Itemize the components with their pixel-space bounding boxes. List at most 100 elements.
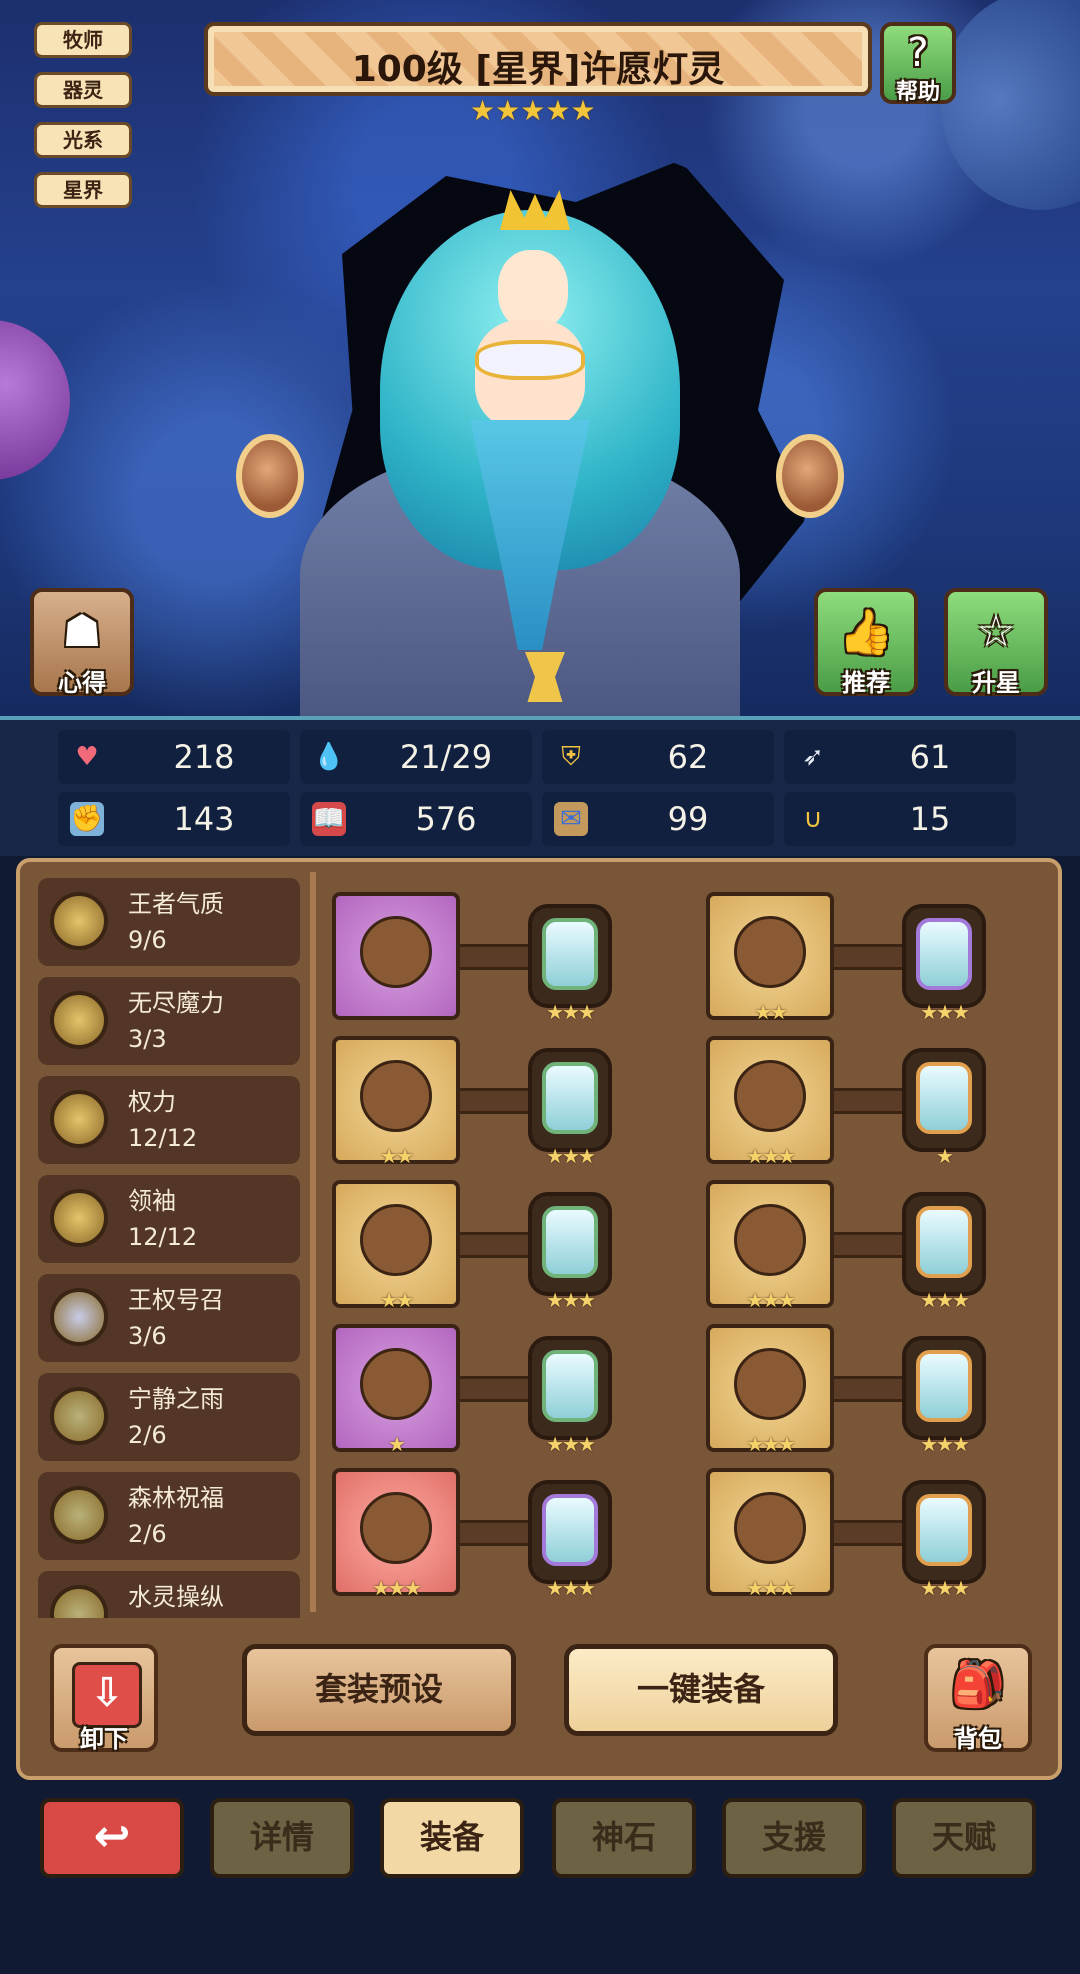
item-star-rating: ★★★: [746, 1144, 796, 1168]
left-rune-orb[interactable]: [236, 434, 304, 518]
rune-gem-slot[interactable]: [902, 1336, 986, 1440]
item-star-rating: ★★★: [372, 1576, 422, 1600]
star-icon: ★: [495, 94, 521, 127]
rune-gem-slot[interactable]: [902, 1480, 986, 1584]
gem-star-rating: ★★★: [920, 1288, 970, 1312]
trait-row[interactable]: 王者气质 9/6: [38, 878, 300, 966]
item-star-rating: ★★: [380, 1144, 414, 1168]
trait-row[interactable]: 无尽魔力 3/3: [38, 977, 300, 1065]
set-preset-button[interactable]: 套装预设: [242, 1644, 516, 1736]
backpack-icon: 🎒: [950, 1659, 1006, 1710]
trait-row[interactable]: 森林祝福 2/6: [38, 1472, 300, 1560]
one-click-equip-button[interactable]: 一键装备: [564, 1644, 838, 1736]
stat-magic: 📖 576: [300, 792, 532, 846]
tab-equipment[interactable]: 装备: [380, 1798, 524, 1878]
recommend-label: 推荐: [842, 669, 890, 697]
slot-link: [830, 1232, 904, 1258]
heart-icon: ♥: [75, 742, 99, 772]
trait-coin-icon: [50, 1585, 108, 1618]
scroll-icon: ✉: [554, 802, 588, 836]
trait-name: 水灵操纵: [128, 1583, 224, 1611]
stats-panel: ♥ 218 💧 21/29 ⛨ 62 ➶ 61 ✊ 143 📖 576 ✉ 99…: [0, 720, 1080, 856]
rune-gem-slot[interactable]: [528, 1192, 612, 1296]
star-rating: ★ ★ ★ ★ ★: [470, 94, 596, 127]
stat-speed: ➶ 61: [784, 730, 1016, 784]
trait-name: 无尽魔力: [128, 989, 224, 1017]
equipment-slot[interactable]: [332, 892, 460, 1020]
trait-coin-icon: [50, 892, 108, 950]
rune-gem-slot[interactable]: [902, 1192, 986, 1296]
spellbook-icon: 📖: [312, 802, 346, 836]
robe-icon: [734, 1060, 806, 1132]
water-drop-icon: 💧: [312, 742, 346, 772]
planet-decoration: [0, 320, 70, 480]
trait-row[interactable]: 领袖 12/12: [38, 1175, 300, 1263]
gloves-icon: [734, 1204, 806, 1276]
trait-count: 3/3: [128, 1025, 167, 1053]
trait-coin-icon: [50, 1486, 108, 1544]
trait-row[interactable]: 权力 12/12: [38, 1076, 300, 1164]
stat-mana: 💧 21/29: [300, 730, 532, 784]
rune-gem-slot[interactable]: [528, 1336, 612, 1440]
crystal-hat-icon: [734, 916, 806, 988]
rune-gem-slot[interactable]: [902, 904, 986, 1008]
stat-value: 62: [667, 738, 709, 776]
item-star-rating: ★★★: [746, 1432, 796, 1456]
unequip-button[interactable]: ⇩ 卸下: [50, 1644, 158, 1753]
shield-icon: ⛨: [561, 742, 581, 772]
rune-gem-icon: [542, 1062, 598, 1134]
rune-gem-slot[interactable]: [902, 1048, 986, 1152]
item-star-rating: ★★★: [746, 1288, 796, 1312]
wing-icon: ➶: [802, 742, 824, 772]
trait-count: 2/6: [128, 1421, 167, 1449]
tab-god-stone[interactable]: 神石: [552, 1798, 696, 1878]
star-icon: ☆: [976, 606, 1016, 657]
backpack-button[interactable]: 🎒 背包: [924, 1644, 1032, 1753]
boots-icon: [734, 1492, 806, 1564]
trait-row[interactable]: 水灵操纵: [38, 1571, 300, 1618]
equipment-panel: 王者气质 9/6 无尽魔力 3/3 权力 12/12 领袖 12/12 王权号召 3/6 宁静之雨 2…: [16, 858, 1062, 1780]
trait-list[interactable]: 王者气质 9/6 无尽魔力 3/3 权力 12/12 领袖 12/12 王权号召 3/6 宁静之雨 2…: [38, 878, 300, 1618]
gem-star-rating: ★★★: [546, 1000, 596, 1024]
right-rune-orb[interactable]: [776, 434, 844, 518]
tab-talent[interactable]: 天赋: [892, 1798, 1036, 1878]
rune-gem-slot[interactable]: [528, 1048, 612, 1152]
trait-row[interactable]: 宁静之雨 2/6: [38, 1373, 300, 1461]
rune-gem-icon: [542, 1350, 598, 1422]
rune-gem-slot[interactable]: [528, 1480, 612, 1584]
stat-hp: ♥ 218: [58, 730, 290, 784]
hero-title-plate: 100级 [星界]许愿灯灵: [204, 22, 872, 96]
rune-gem-slot[interactable]: [528, 904, 612, 1008]
rune-gem-icon: [542, 918, 598, 990]
scepter-icon: [360, 916, 432, 988]
character-portrait[interactable]: [380, 190, 680, 690]
stat-value: 15: [909, 800, 951, 838]
question-icon: ?: [907, 30, 929, 76]
trait-name: 权力: [128, 1088, 176, 1116]
recommend-button[interactable]: 👍 推荐: [814, 588, 918, 697]
unequip-label: 卸下: [80, 1725, 128, 1753]
trait-coin-icon: [50, 1189, 108, 1247]
back-button[interactable]: ↩: [40, 1798, 184, 1878]
robot-icon: ☗: [62, 606, 102, 657]
planet-decoration: [940, 0, 1080, 210]
backpack-label: 背包: [954, 1725, 1002, 1753]
character-scene: 牧师 器灵 光系 星界 100级 [星界]许愿灯灵 ★ ★ ★ ★ ★ ? 帮助…: [0, 0, 1080, 720]
item-star-rating: ★★★: [746, 1576, 796, 1600]
tab-details[interactable]: 详情: [210, 1798, 354, 1878]
insight-button[interactable]: ☗ 心得: [30, 588, 134, 697]
rune-gem-icon: [916, 1062, 972, 1134]
trait-name: 宁静之雨: [128, 1385, 224, 1413]
slot-link: [830, 944, 904, 970]
star-icon: ★: [545, 94, 571, 127]
slot-link: [456, 1088, 530, 1114]
tab-support[interactable]: 支援: [722, 1798, 866, 1878]
trait-row[interactable]: 王权号召 3/6: [38, 1274, 300, 1362]
tag-type: 器灵: [34, 72, 132, 108]
stat-value: 21/29: [399, 738, 493, 776]
help-button[interactable]: ? 帮助: [880, 22, 956, 105]
trait-coin-icon: [50, 1387, 108, 1445]
return-arrow-icon: ↩: [93, 1811, 131, 1862]
star-up-button[interactable]: ☆ 升星: [944, 588, 1048, 697]
tag-faction: 星界: [34, 172, 132, 208]
